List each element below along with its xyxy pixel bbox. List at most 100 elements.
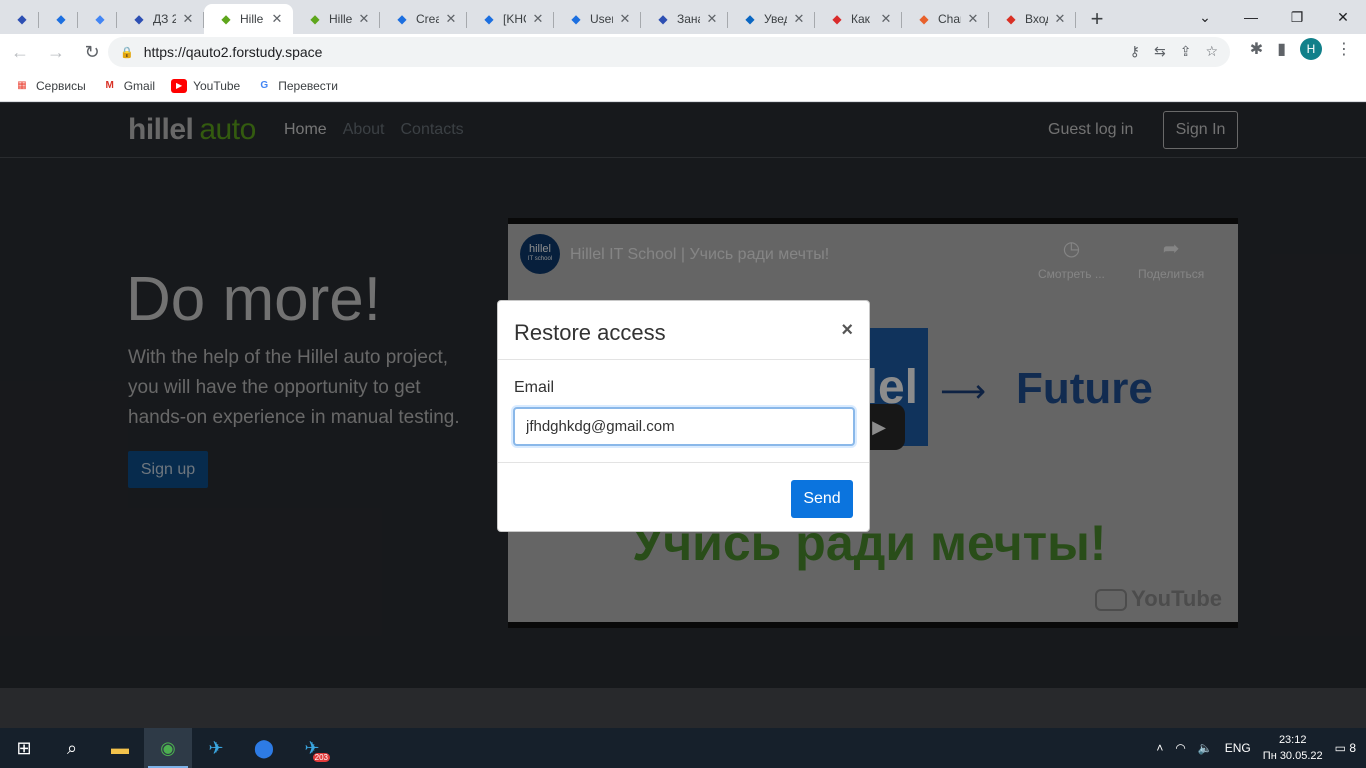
- close-tab-icon[interactable]: ✕: [1052, 11, 1068, 27]
- side-panel-icon[interactable]: ▮: [1277, 39, 1286, 59]
- bookmark-services[interactable]: ▦ Сервисы: [14, 79, 85, 93]
- tab-label: [KHC: [503, 12, 526, 26]
- browser-tab[interactable]: ◆ Hille ✕: [293, 4, 380, 34]
- bookmark-translate[interactable]: G Перевести: [256, 79, 338, 93]
- apps-grid-icon: ▦: [17, 80, 27, 91]
- new-tab-button[interactable]: +: [1080, 4, 1114, 34]
- browser-tab[interactable]: ◆: [0, 4, 39, 34]
- bookmark-youtube[interactable]: ▶ YouTube: [171, 78, 240, 93]
- tab-label: Увед: [764, 12, 787, 26]
- wifi-icon[interactable]: ◠: [1175, 741, 1185, 755]
- hillel-auto-icon: ◆: [221, 12, 231, 26]
- browser-tab[interactable]: ◆: [78, 4, 117, 34]
- browser-tab[interactable]: ◆ [KHC ✕: [467, 4, 554, 34]
- key-icon[interactable]: ⚷: [1130, 43, 1140, 60]
- chrome-icon[interactable]: ◉: [144, 728, 192, 768]
- file-explorer-icon[interactable]: ▬: [96, 728, 144, 768]
- notifications-icon[interactable]: ▭ 8: [1335, 741, 1356, 755]
- hillel-auto-icon: ◆: [310, 12, 320, 26]
- restore-access-modal: Restore access × Email Send: [497, 300, 870, 532]
- lock-icon[interactable]: 🔒: [120, 46, 134, 59]
- hillel-icon: ◆: [17, 12, 27, 26]
- share-icon[interactable]: ⇪: [1180, 43, 1192, 60]
- gmail-icon: M: [105, 80, 114, 91]
- clock-time: 23:12: [1278, 734, 1307, 746]
- telegram-badge: 203: [312, 753, 330, 762]
- bookmark-gmail[interactable]: M Gmail: [102, 79, 156, 93]
- email-field[interactable]: [513, 407, 855, 446]
- back-button[interactable]: ←: [4, 36, 36, 68]
- jira-icon: ◆: [397, 12, 407, 26]
- browser-tab[interactable]: ◆ Char ✕: [902, 4, 989, 34]
- close-tab-icon[interactable]: ✕: [791, 11, 807, 27]
- windows-start-icon[interactable]: ⊞: [0, 728, 48, 768]
- maximize-button[interactable]: ❐: [1274, 0, 1320, 34]
- jira-icon: ◆: [56, 12, 66, 26]
- tab-label: Crea: [416, 12, 439, 26]
- modal-footer: Send: [498, 463, 869, 533]
- tab-search-icon[interactable]: ⌄: [1182, 0, 1228, 34]
- send-button[interactable]: Send: [791, 480, 853, 518]
- close-tab-icon[interactable]: ✕: [878, 11, 894, 27]
- chevron-up-icon[interactable]: ˄: [1156, 741, 1163, 755]
- extensions-icon[interactable]: ✱: [1250, 39, 1263, 59]
- modal-title: Restore access: [514, 320, 666, 345]
- system-clock[interactable]: 23:12 Пн 30.05.22: [1263, 732, 1323, 764]
- browser-tab[interactable]: ◆ Hille ✕: [204, 4, 293, 34]
- tab-label: User: [590, 12, 613, 26]
- maps-pin-icon[interactable]: ⬤: [240, 728, 288, 768]
- bookmark-label: Перевести: [278, 78, 338, 93]
- jira-icon: ◆: [484, 12, 494, 26]
- tab-label: Зана: [677, 12, 700, 26]
- menu-dots-icon[interactable]: ⋮: [1336, 39, 1352, 59]
- bookmark-star-icon[interactable]: ☆: [1205, 43, 1218, 60]
- close-tab-icon[interactable]: ✕: [356, 11, 372, 27]
- system-tray: ˄ ◠ 🔈 ENG 23:12 Пн 30.05.22 ▭ 8: [1156, 728, 1366, 768]
- browser-toolbar: ← → ↻ 🔒 https://qauto2.forstudy.space ⚷ …: [0, 34, 1366, 70]
- language-indicator[interactable]: ENG: [1225, 741, 1251, 755]
- modal-body: Email: [498, 360, 869, 463]
- address-bar[interactable]: 🔒 https://qauto2.forstudy.space ⚷ ⇆ ⇪ ☆: [108, 37, 1230, 67]
- close-window-button[interactable]: ✕: [1320, 0, 1366, 34]
- minimize-button[interactable]: —: [1228, 0, 1274, 34]
- close-icon[interactable]: ×: [841, 319, 853, 342]
- linkedin-icon: ◆: [745, 12, 755, 26]
- close-tab-icon[interactable]: ✕: [269, 11, 285, 27]
- browser-tab[interactable]: ◆ Увед ✕: [728, 4, 815, 34]
- search-icon[interactable]: ⌕: [48, 728, 96, 768]
- browser-tab[interactable]: ◆ Зана ✕: [641, 4, 728, 34]
- url-text: https://qauto2.forstudy.space: [143, 44, 323, 60]
- browser-tab[interactable]: ◆: [39, 4, 78, 34]
- browser-tab[interactable]: ◆ Crea ✕: [380, 4, 467, 34]
- window-controls: ⌄ — ❐ ✕: [1182, 0, 1366, 34]
- tab-label: Hille: [240, 12, 264, 26]
- tab-label: Char: [938, 12, 961, 26]
- close-tab-icon[interactable]: ✕: [965, 11, 981, 27]
- tab-label: Hille: [329, 12, 352, 26]
- close-tab-icon[interactable]: ✕: [443, 11, 459, 27]
- notification-count: 8: [1349, 741, 1356, 755]
- tab-label: Как: [851, 12, 870, 26]
- confluence-icon: ◆: [571, 12, 581, 26]
- browser-tab[interactable]: ◆ ДЗ 2 ✕: [117, 4, 204, 34]
- close-tab-icon[interactable]: ✕: [704, 11, 720, 27]
- reload-button[interactable]: ↻: [76, 36, 108, 68]
- profile-avatar[interactable]: H: [1300, 38, 1322, 60]
- translate-icon[interactable]: ⇆: [1154, 43, 1166, 60]
- chat-icon: ◆: [919, 12, 929, 26]
- youtube-icon: ▶: [171, 78, 188, 93]
- close-tab-icon[interactable]: ✕: [530, 11, 546, 27]
- bookmarks-bar: ▦ Сервисы M Gmail ▶ YouTube G Перевести: [0, 70, 1366, 102]
- telegram-desktop-icon[interactable]: ✈ 203: [288, 728, 336, 768]
- browser-tab[interactable]: ◆ User ✕: [554, 4, 641, 34]
- close-tab-icon[interactable]: ✕: [180, 11, 196, 27]
- browser-tab-bar: ◆ ◆ ◆ ◆ ДЗ 2 ✕ ◆ Hille ✕ ◆ Hille ✕ ◆ Crea ✕ ◆ [KHC ✕ ◆ User…: [0, 0, 1366, 34]
- browser-tab[interactable]: ◆ Как ✕: [815, 4, 902, 34]
- close-tab-icon[interactable]: ✕: [617, 11, 633, 27]
- hillel-icon: ◆: [134, 12, 144, 26]
- translate-icon: G: [260, 80, 269, 91]
- telegram-icon[interactable]: ✈: [192, 728, 240, 768]
- forward-button[interactable]: →: [40, 36, 72, 68]
- volume-icon[interactable]: 🔈: [1198, 741, 1213, 755]
- browser-tab[interactable]: ◆ Вход ✕: [989, 4, 1076, 34]
